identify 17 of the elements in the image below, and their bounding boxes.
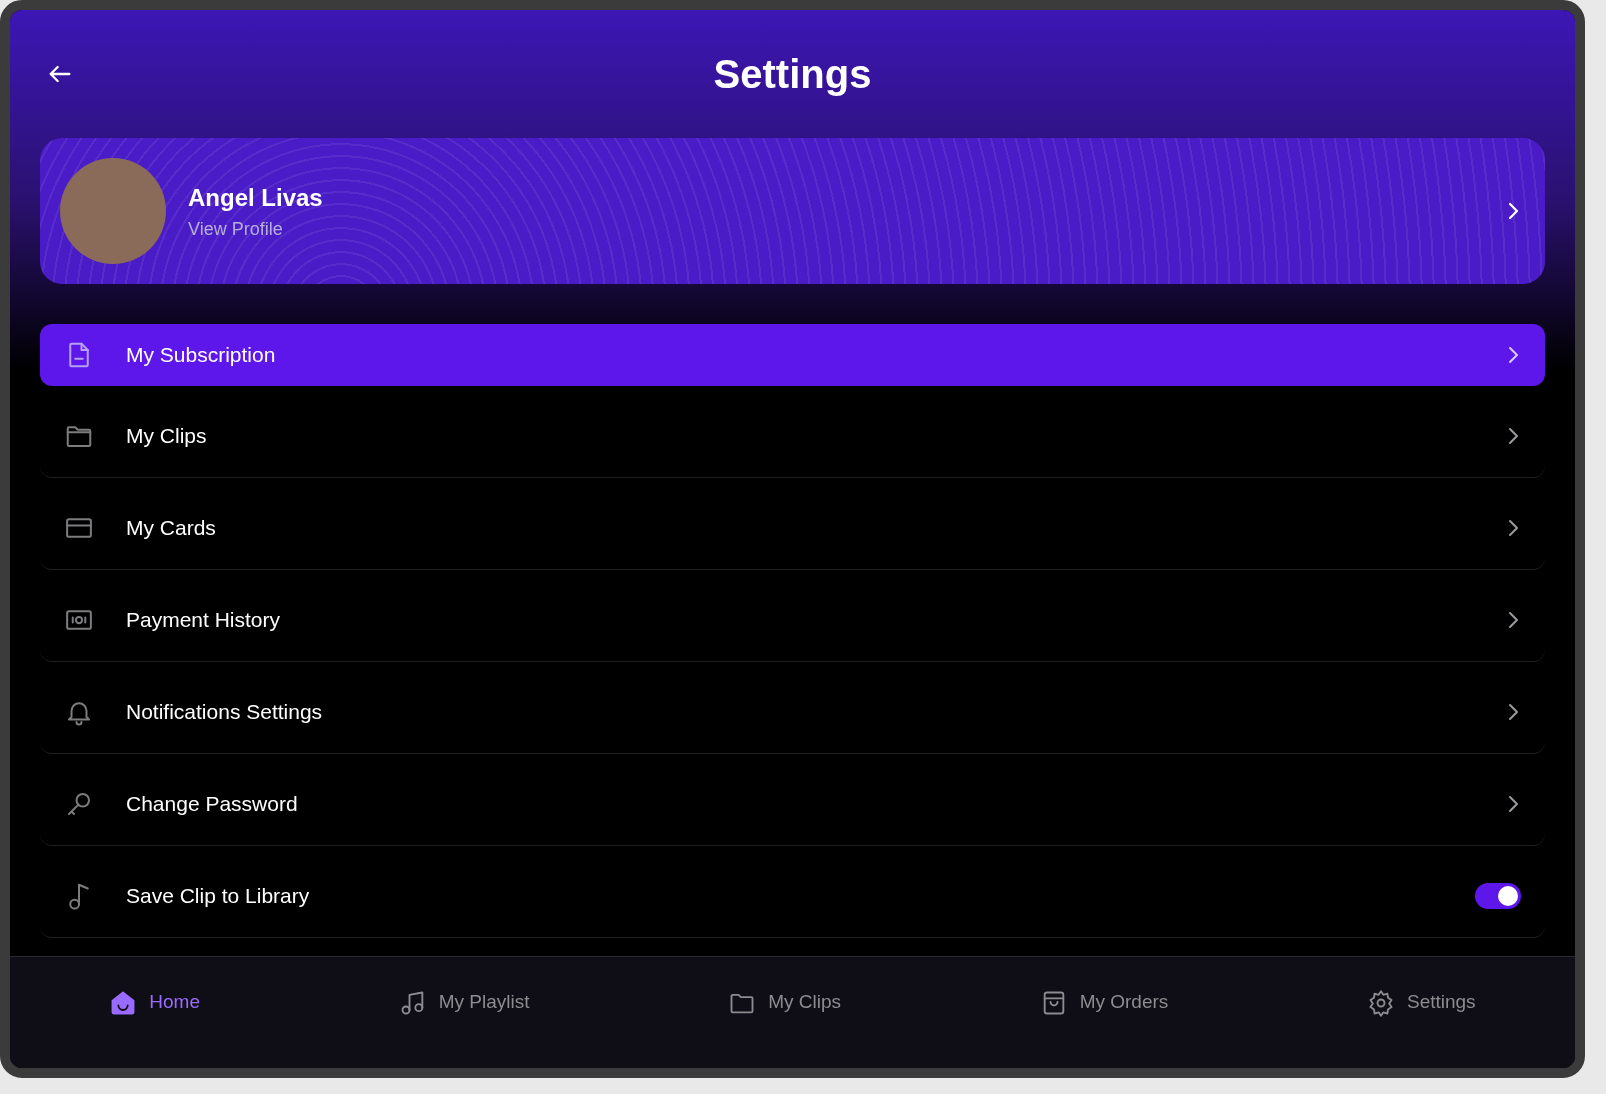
page-title: Settings <box>712 51 873 98</box>
profile-name: Angel Livas <box>188 182 324 213</box>
nav-tab[interactable]: My Playlist <box>392 987 536 1018</box>
menu-item[interactable]: My Cards <box>40 486 1545 570</box>
menu-item[interactable]: My Subscription <box>40 324 1545 386</box>
nav-tab[interactable]: My Orders <box>1033 987 1175 1018</box>
view-profile-link: View Profile <box>188 217 284 241</box>
nav-tab[interactable]: Home <box>103 987 206 1018</box>
nav-tab[interactable]: My Clips <box>722 987 847 1018</box>
menu-label: Save Clip to Library <box>126 882 311 909</box>
menu-item[interactable]: Notifications Settings <box>40 670 1545 754</box>
profile-card[interactable]: Angel Livas View Profile <box>40 138 1545 284</box>
menu-item[interactable]: Change Password <box>40 762 1545 846</box>
nav-tab[interactable]: Settings <box>1360 987 1482 1018</box>
menu-item[interactable]: Payment History <box>40 578 1545 662</box>
menu-item[interactable]: My Clips <box>40 394 1545 478</box>
toggle-switch[interactable] <box>1475 882 1521 909</box>
